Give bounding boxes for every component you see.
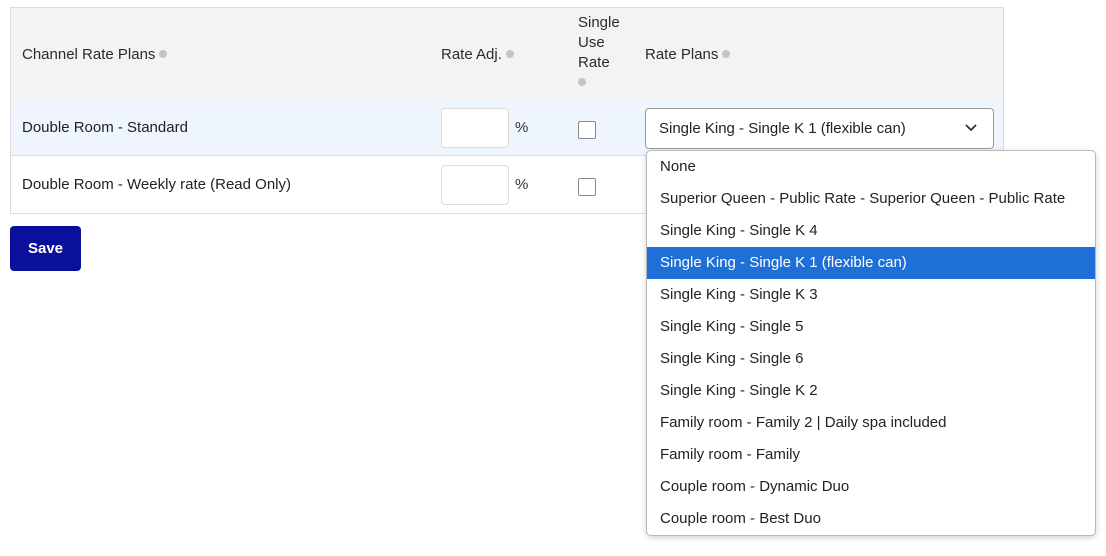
header-single-use-rate-line2: Use	[578, 34, 605, 51]
dropdown-option[interactable]: Family room - Family 2 | Daily spa inclu…	[647, 407, 1095, 439]
channel-rate-plan-name: Double Room - Standard	[22, 119, 188, 136]
header-rate-adj: Rate Adj.	[441, 46, 514, 63]
save-button[interactable]: Save	[10, 226, 81, 271]
single-use-rate-checkbox[interactable]	[578, 121, 596, 139]
dropdown-option[interactable]: Single King - Single K 3	[647, 279, 1095, 311]
page: Channel Rate Plans Rate Adj. Single Use …	[0, 0, 1106, 556]
info-icon[interactable]	[505, 50, 514, 59]
dropdown-option[interactable]: Couple room - Dynamic Duo	[647, 471, 1095, 503]
dropdown-option[interactable]: Single King - Single 5	[647, 311, 1095, 343]
single-use-rate-checkbox[interactable]	[578, 178, 596, 196]
rate-plan-select-value: Single King - Single K 1 (flexible can)	[659, 120, 906, 137]
percent-label: %	[515, 176, 529, 193]
channel-rate-plan-name: Double Room - Weekly rate (Read Only)	[22, 176, 291, 193]
chevron-down-icon	[965, 124, 977, 131]
header-channel-rate-plans-label: Channel Rate Plans	[22, 46, 156, 63]
dropdown-option[interactable]: Superior Queen - Public Rate - Superior …	[647, 183, 1095, 215]
info-icon[interactable]	[159, 50, 168, 59]
table-row: Double Room - Standard % Single King - S…	[11, 100, 1003, 156]
header-channel-rate-plans: Channel Rate Plans	[22, 46, 168, 63]
percent-label: %	[515, 119, 529, 136]
header-single-use-rate-line3: Rate	[578, 54, 610, 71]
dropdown-option[interactable]: Single King - Single K 2	[647, 375, 1095, 407]
dropdown-option[interactable]: Family room - Family	[647, 439, 1095, 471]
header-single-use-rate-line1: Single	[578, 14, 620, 31]
rate-adj-input[interactable]	[441, 165, 509, 205]
dropdown-option[interactable]: Single King - Single 6	[647, 343, 1095, 375]
header-single-use-rate: Single Use Rate	[578, 13, 620, 93]
dropdown-option-selected[interactable]: Single King - Single K 1 (flexible can)	[647, 247, 1095, 279]
dropdown-option[interactable]: Single King - Single K 4	[647, 215, 1095, 247]
header-rate-plans-label: Rate Plans	[645, 46, 719, 63]
rate-plan-select[interactable]: Single King - Single K 1 (flexible can)	[645, 108, 994, 149]
info-icon[interactable]	[578, 78, 586, 87]
header-rate-adj-label: Rate Adj.	[441, 46, 502, 63]
info-icon[interactable]	[722, 50, 731, 59]
rate-adj-input[interactable]	[441, 108, 509, 148]
table-header: Channel Rate Plans Rate Adj. Single Use …	[11, 8, 1003, 100]
header-rate-plans: Rate Plans	[645, 46, 731, 63]
dropdown-option[interactable]: Couple room - Best Duo	[647, 503, 1095, 535]
dropdown-option[interactable]: None	[647, 151, 1095, 183]
rate-plan-dropdown-list[interactable]: None Superior Queen - Public Rate - Supe…	[646, 150, 1096, 536]
